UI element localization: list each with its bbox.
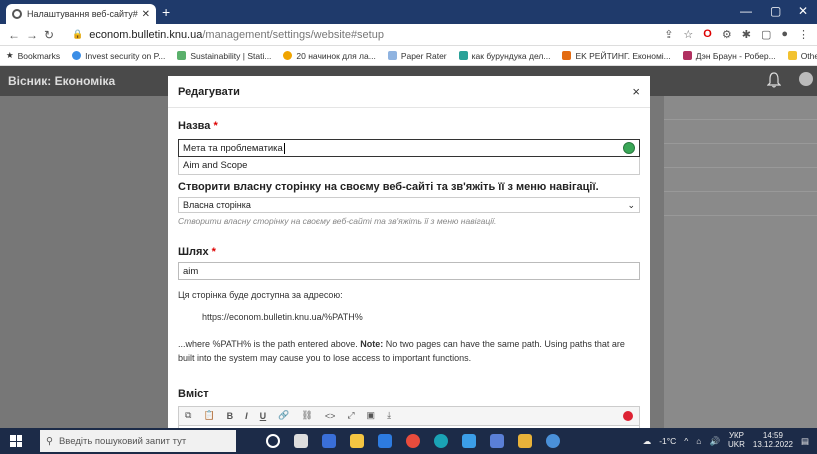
bookmark-item[interactable]: EK РЕЙТИНГ. Економі...: [562, 51, 671, 61]
clock[interactable]: 14:59 13.12.2022: [753, 431, 793, 450]
notifications-icon[interactable]: ▤: [801, 436, 809, 447]
path-note: ...where %PATH% is the path entered abov…: [178, 339, 625, 363]
minimize-icon[interactable]: —: [740, 4, 752, 18]
italic-icon[interactable]: I: [245, 411, 248, 421]
app-icon[interactable]: [518, 434, 532, 448]
paste-icon[interactable]: 📋: [203, 410, 214, 421]
lock-icon: 🔒: [72, 29, 84, 39]
other-bookmarks[interactable]: Other bookmarks: [787, 51, 817, 61]
modal-title: Редагувати: [178, 85, 240, 98]
widgets-icon[interactable]: [294, 434, 308, 448]
store-icon[interactable]: [490, 434, 504, 448]
modal-header: Редагувати ×: [168, 76, 650, 108]
upload-icon[interactable]: ⤓: [387, 410, 391, 421]
background-panel: [664, 96, 817, 428]
bookmark-item[interactable]: Дэн Браун - Робер...: [682, 51, 776, 61]
sidebar-icon[interactable]: ▢: [761, 28, 771, 41]
bookmark-item[interactable]: Paper Rater: [387, 51, 447, 61]
star-icon[interactable]: ☆: [683, 28, 693, 41]
windows-start-icon[interactable]: [10, 435, 22, 447]
select-help-text: Створити власну сторінку на своєму веб-с…: [178, 216, 497, 226]
fullscreen-icon[interactable]: ⤢: [347, 410, 354, 421]
app-title[interactable]: Вісник: Економіка: [8, 74, 115, 88]
page-favicon-icon: [12, 9, 22, 19]
address-bar[interactable]: 🔒 econom.bulletin.knu.ua /management/set…: [72, 29, 664, 41]
edge-icon[interactable]: [434, 434, 448, 448]
tab-title: Налаштування веб-сайту#Econ: [27, 9, 138, 19]
puzzle-icon[interactable]: ✱: [742, 28, 751, 41]
app-icon[interactable]: [462, 434, 476, 448]
bold-icon[interactable]: B: [227, 411, 234, 421]
nav-label: Створити власну сторінку на своєму веб-с…: [178, 181, 599, 193]
bookmark-item[interactable]: как бурундука дел...: [458, 51, 550, 61]
editor-toolbar: ⧉ 📋 B I U 🔗 ⛓ <> ⤢ ▣ ⤓: [178, 405, 640, 426]
code-icon[interactable]: <>: [325, 411, 336, 421]
bookmark-item[interactable]: 20 начинок для ла...: [283, 51, 376, 61]
unlink-icon[interactable]: ⛓: [301, 410, 312, 421]
link-icon[interactable]: 🔗: [278, 410, 289, 421]
user-avatar-icon[interactable]: [799, 72, 813, 86]
search-icon: ⚲: [46, 435, 53, 447]
weather-temp[interactable]: -1°C: [659, 436, 676, 446]
network-icon[interactable]: ⌂: [696, 436, 701, 446]
bookmark-item[interactable]: Sustainability | Stati...: [177, 51, 271, 61]
name-english-input[interactable]: Aim and Scope: [178, 157, 640, 175]
language-indicator[interactable]: УКР UKR: [728, 431, 745, 450]
url-example: https://econom.bulletin.knu.ua/%PATH%: [202, 312, 363, 322]
taskbar-search-input[interactable]: ⚲ Введіть пошуковий запит тут: [40, 430, 236, 452]
name-label: Назва *: [178, 120, 218, 132]
windows-taskbar: ⚲ Введіть пошуковий запит тут ☁ -1°C ^ ⌂…: [0, 428, 817, 454]
volume-icon[interactable]: 🔊: [709, 436, 720, 447]
language-toggle-icon[interactable]: [623, 142, 635, 154]
browser-toolbar: ← → ↻ 🔒 econom.bulletin.knu.ua /manageme…: [0, 24, 817, 46]
profile-icon[interactable]: ●: [781, 28, 788, 41]
close-icon[interactable]: ×: [632, 84, 640, 99]
share-icon[interactable]: ⇪: [664, 28, 673, 41]
app-icon[interactable]: [322, 434, 336, 448]
page-type-select[interactable]: Власна сторінка ⌄: [178, 197, 640, 213]
close-window-icon[interactable]: ✕: [798, 4, 808, 18]
url-path: /management/settings/website#setup: [202, 28, 384, 41]
path-label: Шлях *: [178, 246, 216, 258]
star-icon: ★: [6, 50, 14, 60]
maximize-icon[interactable]: ▢: [770, 4, 781, 18]
bookmark-item[interactable]: ★ Bookmarks: [6, 50, 60, 61]
underline-icon[interactable]: U: [260, 411, 267, 421]
bookmarks-bar: ★ Bookmarks Invest security on P... Susta…: [0, 46, 817, 66]
opera-extension-icon[interactable]: O: [703, 28, 712, 41]
reload-icon[interactable]: ↻: [44, 28, 62, 42]
content-label: Вміст: [178, 387, 209, 400]
bell-icon[interactable]: [767, 72, 781, 88]
menu-icon[interactable]: ⋮: [798, 28, 809, 41]
file-explorer-icon[interactable]: [350, 434, 364, 448]
image-icon[interactable]: ▣: [367, 410, 376, 421]
browser-tab[interactable]: Налаштування веб-сайту#Econ ✕: [6, 4, 156, 24]
tab-close-icon[interactable]: ✕: [142, 9, 150, 20]
extension-icon[interactable]: ⚙: [722, 28, 732, 41]
chrome-icon[interactable]: [406, 434, 420, 448]
url-host: econom.bulletin.knu.ua: [89, 28, 203, 41]
task-view-icon[interactable]: [266, 434, 280, 448]
weather-icon[interactable]: ☁: [643, 436, 652, 447]
bookmark-item[interactable]: Invest security on P...: [72, 51, 165, 61]
chevron-up-icon[interactable]: ^: [684, 436, 688, 446]
app-icon[interactable]: [378, 434, 392, 448]
language-toggle-icon[interactable]: [623, 410, 633, 421]
app-icon[interactable]: [546, 434, 560, 448]
chevron-down-icon: ⌄: [627, 199, 635, 210]
copy-icon[interactable]: ⧉: [185, 410, 191, 421]
name-input[interactable]: Мета та проблематика: [178, 139, 640, 157]
browser-tabbar: Налаштування веб-сайту#Econ ✕ + — ▢ ✕: [0, 0, 817, 24]
path-input[interactable]: aim: [178, 262, 640, 280]
forward-icon[interactable]: →: [26, 28, 44, 42]
modal-body: Назва * Мета та проблематика Aim and Sco…: [168, 108, 650, 428]
back-icon[interactable]: ←: [8, 28, 26, 42]
available-at-text: Ця сторінка буде доступна за адресою:: [178, 290, 343, 300]
edit-modal: Редагувати × Назва * Мета та проблематик…: [168, 76, 650, 428]
new-tab-icon[interactable]: +: [162, 4, 170, 20]
